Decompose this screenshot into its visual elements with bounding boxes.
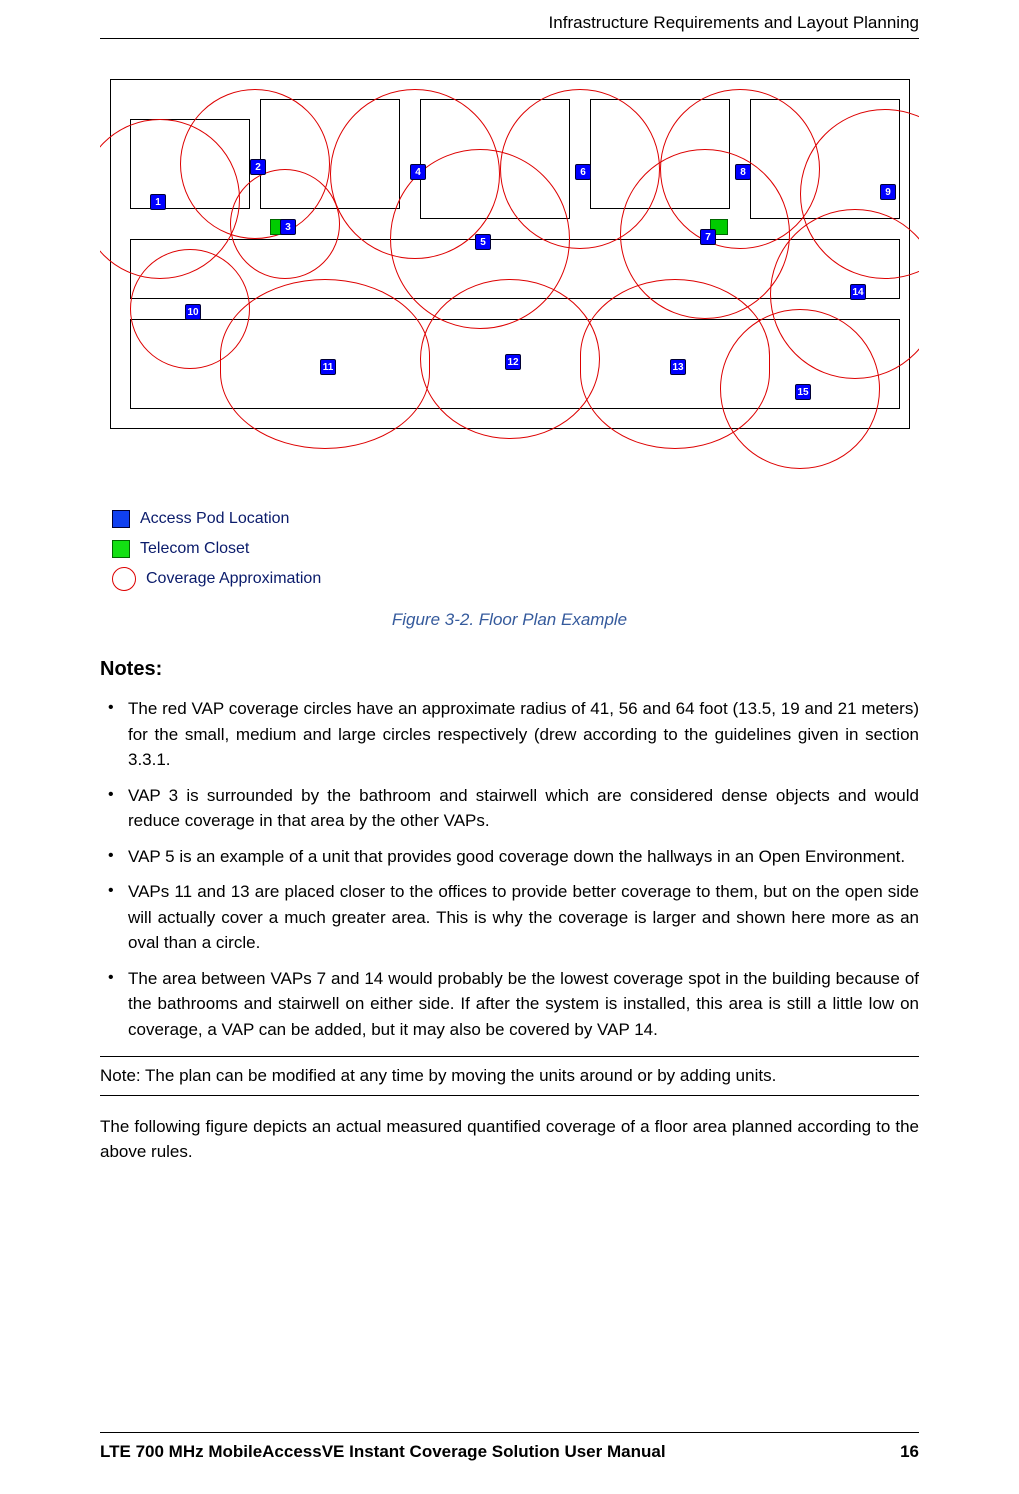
legend-coverage: Coverage Approximation (112, 567, 919, 591)
vap-marker: 3 (280, 219, 296, 235)
footer-title: LTE 700 MHz MobileAccessVE Instant Cover… (100, 1439, 666, 1465)
vap-marker: 14 (850, 284, 866, 300)
page-number: 16 (900, 1439, 919, 1465)
note-item: VAP 3 is surrounded by the bathroom and … (100, 783, 919, 834)
vap-marker: 13 (670, 359, 686, 375)
vap-marker: 1 (150, 194, 166, 210)
vap-marker: 6 (575, 164, 591, 180)
floor-plan-diagram: 1 2 3 4 5 6 7 8 9 10 11 12 13 14 15 (100, 59, 919, 499)
vap-marker: 5 (475, 234, 491, 250)
vap-marker: 2 (250, 159, 266, 175)
vap-marker: 11 (320, 359, 336, 375)
page-header: Infrastructure Requirements and Layout P… (100, 0, 919, 39)
vap-marker: 7 (700, 229, 716, 245)
legend-label: Access Pod Location (140, 507, 289, 531)
notes-list: The red VAP coverage circles have an app… (100, 696, 919, 1042)
figure-caption: Figure 3-2. Floor Plan Example (100, 607, 919, 633)
note-item: VAP 5 is an example of a unit that provi… (100, 844, 919, 870)
header-title: Infrastructure Requirements and Layout P… (549, 13, 919, 32)
figure-legend: Access Pod Location Telecom Closet Cover… (112, 507, 919, 591)
note-item: The red VAP coverage circles have an app… (100, 696, 919, 773)
legend-label: Coverage Approximation (146, 567, 321, 591)
note-item: VAPs 11 and 13 are placed closer to the … (100, 879, 919, 956)
figure-floor-plan: 1 2 3 4 5 6 7 8 9 10 11 12 13 14 15 Acce… (100, 59, 919, 591)
legend-telecom-closet: Telecom Closet (112, 537, 919, 561)
coverage-circle-icon (112, 567, 136, 591)
vap-marker: 8 (735, 164, 751, 180)
vap-marker: 4 (410, 164, 426, 180)
legend-access-pod: Access Pod Location (112, 507, 919, 531)
page-footer: LTE 700 MHz MobileAccessVE Instant Cover… (100, 1432, 919, 1465)
legend-label: Telecom Closet (140, 537, 249, 561)
vap-marker: 9 (880, 184, 896, 200)
vap-marker: 12 (505, 354, 521, 370)
boxed-note: Note: The plan can be modified at any ti… (100, 1056, 919, 1096)
telecom-closet-icon (112, 540, 130, 558)
access-pod-icon (112, 510, 130, 528)
note-item: The area between VAPs 7 and 14 would pro… (100, 966, 919, 1043)
vap-marker: 15 (795, 384, 811, 400)
following-paragraph: The following figure depicts an actual m… (100, 1114, 919, 1165)
notes-heading: Notes: (100, 654, 919, 684)
vap-marker: 10 (185, 304, 201, 320)
